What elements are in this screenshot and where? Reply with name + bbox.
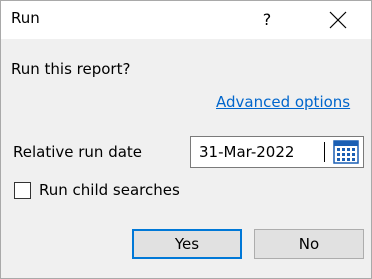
text-caret: [324, 142, 325, 162]
relative-run-date-value[interactable]: 31-Mar-2022: [199, 143, 294, 161]
run-question-text: Run this report?: [11, 60, 131, 78]
relative-run-date-label: Relative run date: [13, 143, 143, 161]
calendar-icon[interactable]: [333, 140, 359, 164]
yes-button[interactable]: Yes: [132, 229, 242, 259]
relative-run-date-field[interactable]: 31-Mar-2022: [190, 136, 364, 168]
run-child-searches-label[interactable]: Run child searches: [39, 181, 180, 199]
title-bar: Run ?: [1, 1, 371, 39]
close-icon: [329, 11, 347, 29]
help-button[interactable]: ?: [251, 1, 283, 39]
no-button[interactable]: No: [254, 229, 364, 259]
advanced-options-link[interactable]: Advanced options: [216, 93, 350, 111]
close-button[interactable]: [319, 1, 357, 39]
window-title: Run: [11, 9, 40, 27]
run-child-searches-checkbox[interactable]: [14, 182, 31, 199]
run-dialog: Run ? Run this report? Advanced options …: [0, 0, 372, 279]
